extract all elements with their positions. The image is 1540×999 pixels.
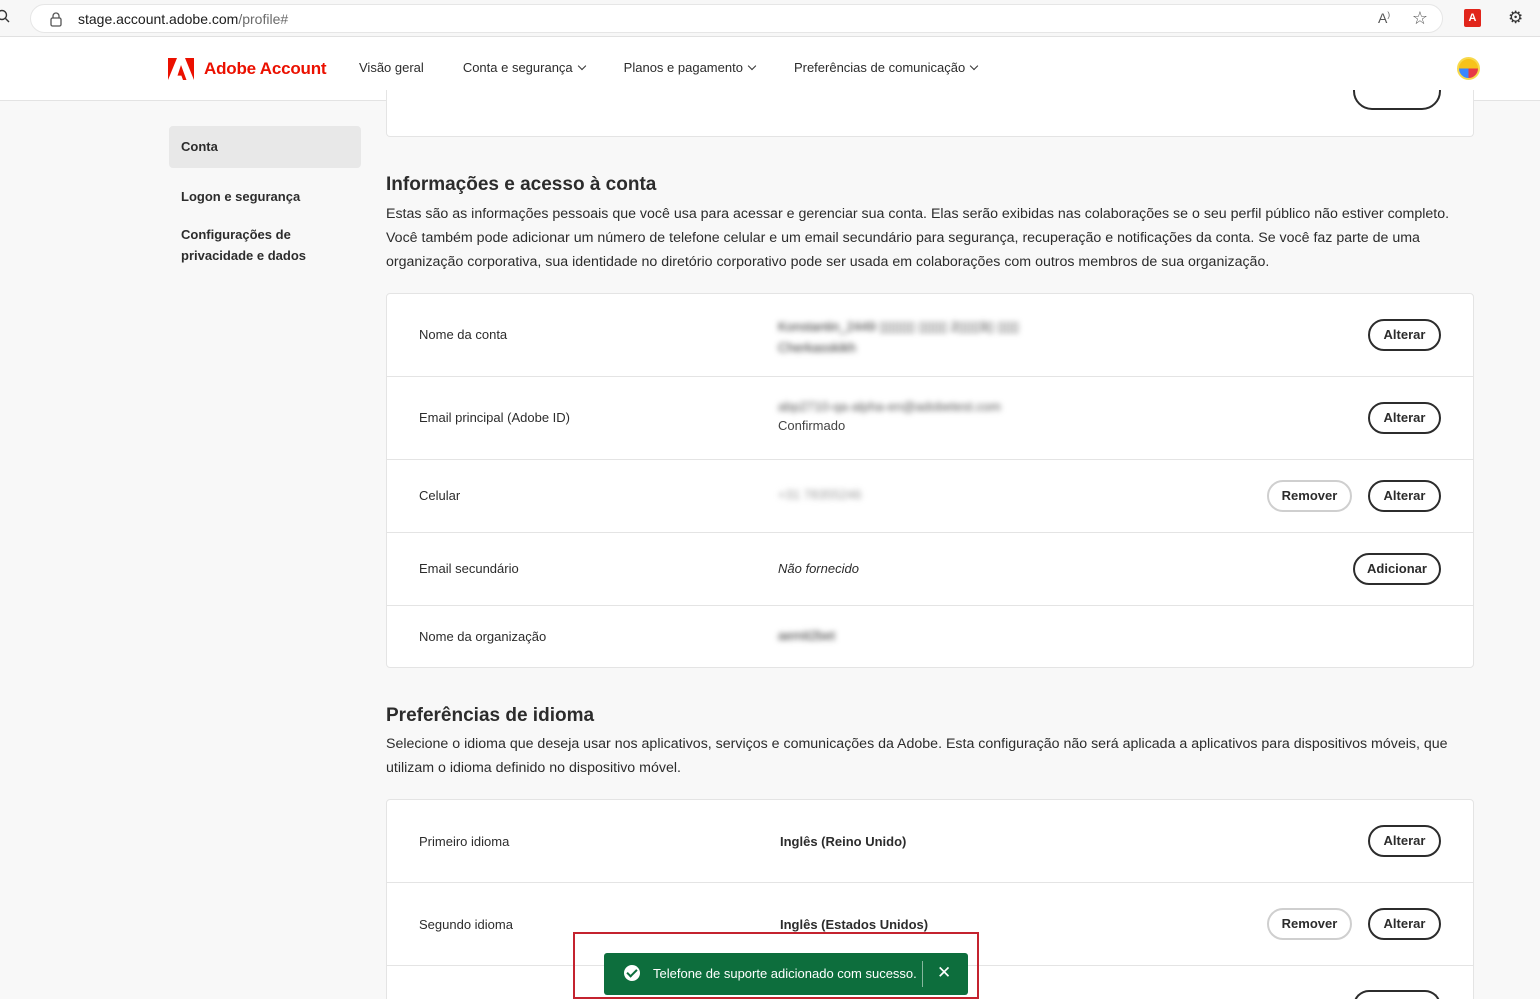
extensions-puzzle-icon[interactable]: ⚙ (1508, 8, 1523, 28)
lock-icon[interactable] (49, 11, 63, 27)
change-first-language-button[interactable]: Alterar (1368, 825, 1441, 857)
read-aloud-icon[interactable]: A) (1378, 10, 1390, 26)
favorite-star-icon[interactable]: ☆ (1412, 8, 1428, 29)
row-label: Nome da organização (419, 629, 547, 644)
row-email-secundario: Email secundário Não fornecido Adicionar (387, 533, 1473, 606)
row-label: Primeiro idioma (419, 834, 510, 849)
row-nome-organizacao: Nome da organização aemit2bet (387, 606, 1473, 668)
previous-section-card (386, 90, 1474, 137)
nav-planos-pagamento[interactable]: Planos e pagamento (624, 60, 757, 75)
search-icon[interactable] (0, 9, 10, 23)
nav-visao-geral[interactable]: Visão geral (359, 60, 424, 75)
email-status: Confirmado (778, 418, 846, 433)
change-second-language-button[interactable]: Alterar (1368, 908, 1441, 940)
row-label: Segundo idioma (419, 917, 513, 932)
nav-conta-seguranca[interactable]: Conta e segurança (463, 60, 586, 75)
row-label: Celular (419, 488, 461, 503)
row-label: Nome da conta (419, 327, 508, 342)
account-info-description: Estas são as informações pessoais que vo… (386, 206, 1450, 270)
address-bar[interactable]: stage.account.adobe.com/profile# A) ☆ (30, 4, 1443, 33)
language-title: Preferências de idioma (386, 705, 595, 726)
brand-title: Adobe Account (204, 59, 327, 78)
url-text[interactable]: stage.account.adobe.com/profile# (78, 11, 288, 27)
partial-button[interactable] (1353, 90, 1441, 110)
row-primeiro-idioma: Primeiro idioma Inglês (Reino Unido) Alt… (387, 800, 1473, 883)
sidebar-item-logon-seguranca[interactable]: Logon e segurança (169, 186, 361, 207)
language-description: Selecione o idioma que deseja usar nos a… (386, 736, 1448, 776)
sidebar-item-privacidade-dados[interactable]: Configurações de privacidade e dados (169, 224, 319, 266)
primary-email-value: abp2710-qa-alpha-en@adobetest.com Confirm… (778, 399, 1001, 433)
organization-value: aemit2bet (778, 628, 836, 643)
nav-preferencias-comunicacao[interactable]: Preferências de comunicação (794, 60, 979, 75)
browser-toolbar: stage.account.adobe.com/profile# A) ☆ A … (0, 0, 1540, 37)
mobile-value: +31 78355246 (778, 487, 862, 502)
chevron-down-icon (747, 61, 757, 71)
toast-message: Telefone de suporte adicionado com suces… (653, 966, 917, 981)
avatar[interactable] (1457, 57, 1480, 80)
top-nav: Visão geral Conta e segurança Planos e p… (359, 60, 1016, 75)
adobe-pdf-extension-icon[interactable]: A (1464, 9, 1481, 27)
secondary-email-value: Não fornecido (778, 561, 859, 576)
row-nome-conta: Nome da conta Konstantin_2449 ▯▯▯▯▯ ▯▯▯▯… (387, 294, 1473, 377)
chevron-down-icon (969, 61, 979, 71)
row-celular: Celular +31 78355246 Remover Alterar (387, 460, 1473, 533)
change-name-button[interactable]: Alterar (1368, 319, 1441, 351)
second-language-value: Inglês (Estados Unidos) (780, 917, 929, 932)
remove-mobile-button[interactable]: Remover (1267, 480, 1352, 512)
remove-second-language-button[interactable]: Remover (1267, 908, 1352, 940)
sidebar-item-conta[interactable]: Conta (169, 126, 361, 168)
adobe-account-logo[interactable]: Adobe Account (168, 58, 327, 80)
checkmark-circle-icon (624, 965, 640, 981)
account-info-card: Nome da conta Konstantin_2449 ▯▯▯▯▯ ▯▯▯▯… (386, 293, 1474, 668)
close-icon[interactable]: ✕ (937, 963, 951, 983)
add-secondary-email-button[interactable]: Adicionar (1353, 553, 1441, 585)
row-label: Email principal (Adobe ID) (419, 410, 571, 425)
change-email-button[interactable]: Alterar (1368, 402, 1441, 434)
change-mobile-button[interactable]: Alterar (1368, 480, 1441, 512)
partial-button[interactable] (1353, 990, 1441, 999)
toast-divider (922, 961, 923, 987)
account-name-value: Konstantin_2449 ▯▯▯▯▯ ▯▯▯▯ 2▯▯▯3▯ ▯▯▯ Che… (778, 319, 1019, 355)
sidebar: Conta Logon e segurança Configurações de… (169, 126, 361, 266)
adobe-logo-icon (168, 58, 194, 80)
account-info-title: Informações e acesso à conta (386, 174, 657, 195)
row-label: Email secundário (419, 561, 519, 576)
first-language-value: Inglês (Reino Unido) (780, 834, 907, 849)
row-email-principal: Email principal (Adobe ID) abp2710-qa-al… (387, 377, 1473, 460)
chevron-down-icon (577, 61, 586, 71)
success-toast: Telefone de suporte adicionado com suces… (604, 953, 968, 995)
